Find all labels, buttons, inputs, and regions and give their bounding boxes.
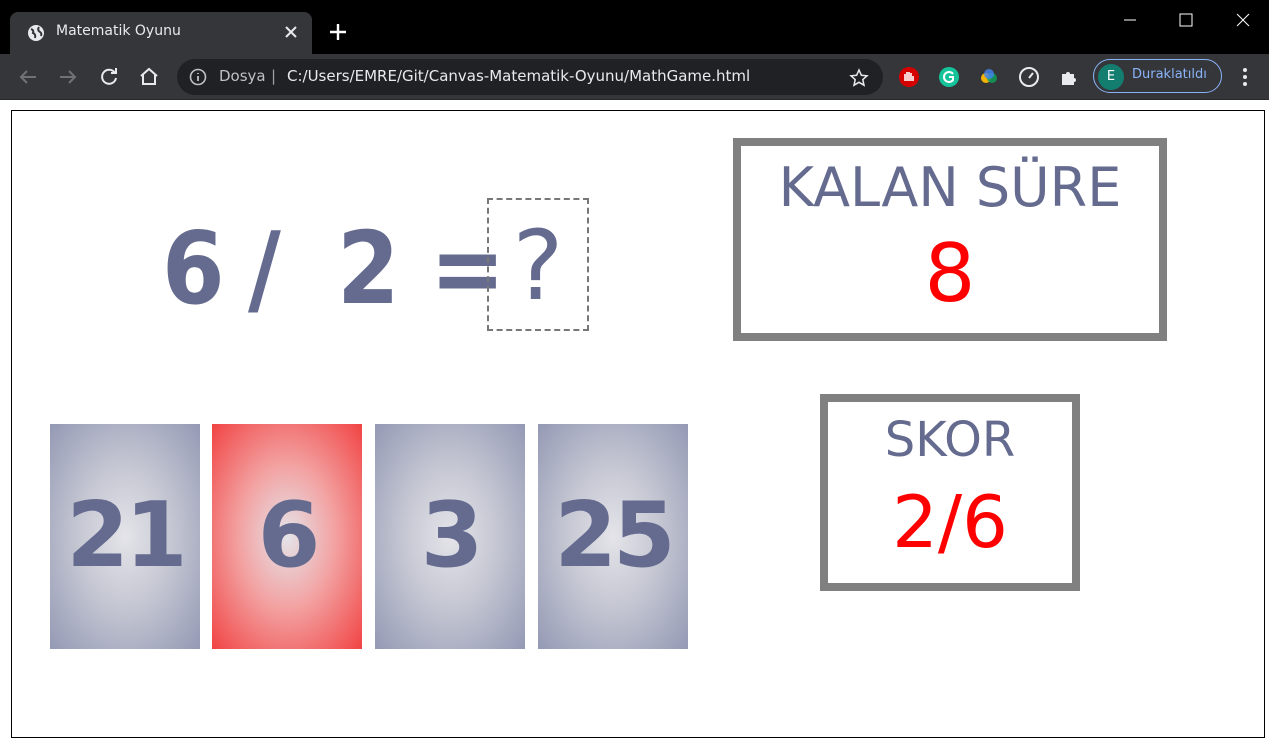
option-value: 25 — [554, 483, 675, 588]
address-separator: | — [271, 67, 277, 85]
score-label: SKOR — [884, 412, 1016, 468]
color-extension-icon[interactable] — [978, 66, 1000, 88]
operand-b: 2 — [337, 210, 400, 327]
adblock-extension-icon[interactable] — [898, 66, 920, 88]
answer-option-card[interactable]: 25 — [538, 424, 688, 649]
timer-label: KALAN SÜRE — [778, 156, 1122, 219]
answer-placeholder: ? — [512, 210, 564, 322]
answer-option-card-selected[interactable]: 6 — [212, 424, 362, 649]
game-canvas[interactable]: 6 / 2 = ? 21 6 3 25 KALAN SÜRE 8 SKOR 2/… — [11, 110, 1265, 738]
url-text[interactable]: C:/Users/EMRE/Git/Canvas-Matematik-Oyunu… — [287, 67, 750, 85]
minimize-icon[interactable] — [1107, 6, 1153, 34]
speedometer-extension-icon[interactable] — [1018, 66, 1040, 88]
maximize-icon[interactable] — [1163, 6, 1209, 34]
globe-icon — [28, 25, 44, 41]
address-bar[interactable]: Dosya | C:/Users/EMRE/Git/Canvas-Matemat… — [177, 59, 883, 95]
score-value: 2/6 — [892, 480, 1008, 564]
back-icon[interactable] — [16, 65, 40, 89]
timer-panel: KALAN SÜRE 8 — [733, 138, 1167, 341]
avatar: E — [1098, 64, 1124, 90]
option-value: 3 — [420, 483, 484, 588]
window-close-icon[interactable] — [1220, 6, 1266, 34]
info-icon[interactable] — [189, 68, 207, 86]
more-menu-icon[interactable] — [1236, 65, 1254, 89]
grammarly-extension-icon[interactable] — [938, 66, 960, 88]
operand-a: 6 — [162, 210, 225, 327]
close-tab-icon[interactable] — [282, 23, 300, 41]
operator: / — [248, 210, 281, 327]
option-value: 6 — [257, 483, 321, 588]
answer-option-card[interactable]: 3 — [375, 424, 525, 649]
profile-status-label: Duraklatıldı — [1132, 67, 1207, 82]
forward-icon[interactable] — [56, 65, 80, 89]
answer-option-card[interactable]: 21 — [50, 424, 200, 649]
option-value: 21 — [66, 483, 187, 588]
extensions-puzzle-icon[interactable] — [1058, 66, 1080, 88]
answer-box: ? — [487, 198, 589, 331]
home-icon[interactable] — [137, 65, 161, 89]
timer-value: 8 — [924, 227, 976, 320]
score-panel: SKOR 2/6 — [820, 394, 1080, 591]
site-security-label[interactable]: Dosya — [219, 67, 266, 85]
title-bar: Matematik Oyunu — [0, 0, 1269, 54]
browser-toolbar: Dosya | C:/Users/EMRE/Git/Canvas-Matemat… — [0, 54, 1269, 100]
bookmark-star-icon[interactable] — [849, 68, 869, 88]
tab-title: Matematik Oyunu — [56, 23, 181, 39]
profile-button[interactable]: E Duraklatıldı — [1093, 59, 1222, 93]
new-tab-icon[interactable] — [327, 21, 349, 43]
reload-icon[interactable] — [97, 65, 121, 89]
browser-tab[interactable]: Matematik Oyunu — [10, 12, 312, 54]
